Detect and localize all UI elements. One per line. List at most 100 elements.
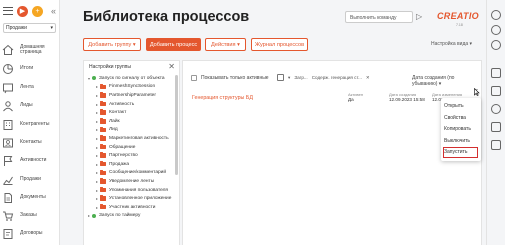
menu-icon[interactable] <box>3 7 13 15</box>
tree-item-label: Упоминания пользователя <box>109 187 169 193</box>
tree-item-label: Участник активности <box>109 204 156 210</box>
collapse-icon[interactable]: « <box>51 6 56 16</box>
nav-item-leads[interactable]: Лиды <box>2 97 58 115</box>
folder-icon <box>100 100 106 107</box>
workspace-value: Продажи <box>6 25 27 31</box>
nav-item-dashboards[interactable]: Итоги <box>2 60 58 78</box>
logo: CREATIO <box>437 11 479 21</box>
tree-item[interactable]: ▸ Партнерство <box>84 151 179 160</box>
nav-item-label: Заказы <box>20 212 37 219</box>
tree-item-label: Лид <box>109 127 118 133</box>
chevron-down-icon[interactable]: ▾ <box>288 75 290 81</box>
nav-item-contracts[interactable]: Договоры <box>2 225 58 243</box>
tree-item[interactable]: ▸ Уведомление ленты <box>84 177 179 186</box>
tree-item-label: Маркетинговая активность <box>109 135 169 141</box>
nav-item-activities[interactable]: Активности <box>2 152 58 170</box>
arrow-right-icon[interactable]: ▷ <box>416 12 422 21</box>
tree-item-label: Партнерство <box>109 153 138 159</box>
record-name-link[interactable]: Генерация структуры БД <box>192 95 253 101</box>
tree-root[interactable]: ▸ Запуск по таймеру <box>84 212 179 221</box>
chevron-down-icon: ▾ <box>50 25 53 31</box>
active-only-checkbox[interactable] <box>191 75 197 81</box>
filter-icon[interactable] <box>277 74 284 81</box>
tree-item[interactable]: ▸ FinmeshSyncSession <box>84 83 179 92</box>
tree-item[interactable]: ▸ Сообщение/комментарий <box>84 169 179 178</box>
group-tree: ▾ Запуск по сигналу от объекта ▸ FinmeshSy… <box>84 74 179 220</box>
tree-item-label: Уведомление ленты <box>109 178 155 184</box>
view-settings-label: Настройка вида <box>431 41 469 47</box>
menu-item-run[interactable]: Запустить <box>444 149 467 155</box>
bell-icon[interactable] <box>491 122 501 132</box>
close-icon[interactable]: ✕ <box>366 75 370 81</box>
folder-icon <box>100 109 106 115</box>
nav-item-feed[interactable]: Лента <box>2 79 58 97</box>
tree-item[interactable]: ▸ Маркетинговая активность <box>84 134 179 143</box>
sort-select[interactable]: Дата создания (по убыванию) ▾ <box>412 75 481 87</box>
tree-item-label: Активность <box>109 101 135 107</box>
tree-item[interactable]: ▸ Активность <box>84 100 179 109</box>
chevron-down-icon: ▾ <box>132 41 136 48</box>
tree-item[interactable]: ▸ Лид <box>84 126 179 135</box>
command-input[interactable]: Выполнить команду <box>345 11 413 23</box>
folder-icon <box>100 135 106 141</box>
add-group-button[interactable]: Добавить группу ▾ <box>83 38 141 51</box>
view-settings-button[interactable]: Настройка вида ▾ <box>431 41 472 47</box>
check-icon[interactable] <box>491 140 501 150</box>
context-menu: Открыть Свойства Копировать Выключить За… <box>441 98 481 161</box>
tree-item[interactable]: ▸ Продажа <box>84 160 179 169</box>
folder-icon <box>100 152 106 158</box>
help-icon[interactable] <box>491 40 501 50</box>
tree-item[interactable]: ▸ Контакт <box>84 108 179 117</box>
document-icon <box>4 193 12 203</box>
folder-icon <box>100 204 106 210</box>
pie-chart-icon <box>3 64 13 74</box>
left-sidebar: ▶ + « Продажи ▾ Домашняя страница Итоги … <box>0 0 60 245</box>
add-process-button[interactable]: Добавить процесс <box>146 38 201 51</box>
nav-item-contacts[interactable]: Контакты <box>2 134 58 152</box>
chat-icon[interactable] <box>491 68 501 78</box>
menu-item-disable[interactable]: Выключить <box>444 138 470 144</box>
filter-chip-2[interactable]: Содерж. генерация ст... <box>312 75 362 80</box>
tree-item[interactable]: ▸ Лайк <box>84 117 179 126</box>
actions-button[interactable]: Действия ▾ <box>205 38 246 51</box>
tree-item[interactable]: ▸ Упоминания пользователя <box>84 186 179 195</box>
folder-icon <box>100 118 106 124</box>
filter-chip-1[interactable]: Загр... <box>294 75 307 80</box>
tree-root-label: Запуск по сигналу от объекта <box>99 75 165 81</box>
mouse-cursor-icon <box>474 88 480 96</box>
record-created-value: 12.09.2023 15:58 <box>389 96 425 102</box>
home-icon <box>2 44 14 55</box>
nav-item-label: Документы <box>20 194 46 201</box>
process-log-button[interactable]: Журнал процессов <box>251 38 308 51</box>
tree-root-label: Запуск по таймеру <box>99 213 141 219</box>
folder-icon <box>100 178 106 184</box>
nav-item-home[interactable]: Домашняя страница <box>2 41 58 59</box>
scrollbar[interactable] <box>175 75 178 175</box>
nav-item-documents[interactable]: Документы <box>2 189 58 207</box>
nav-item-accounts[interactable]: Контрагенты <box>2 116 58 134</box>
add-icon[interactable]: + <box>32 5 43 17</box>
menu-item-copy[interactable]: Копировать <box>444 126 471 132</box>
menu-item-open[interactable]: Открыть <box>444 103 464 109</box>
tree-root[interactable]: ▾ Запуск по сигналу от объекта <box>84 74 179 83</box>
tree-item[interactable]: ▸ PartnershipParameter <box>84 91 179 100</box>
tree-item[interactable]: ▸ Участник активности <box>84 203 179 212</box>
nav-item-orders[interactable]: Заказы <box>2 207 58 225</box>
tree-item[interactable]: ▸ Установленное приложение <box>84 194 179 203</box>
building-icon <box>3 120 13 130</box>
nav-item-label: Лиды <box>20 102 33 109</box>
close-icon[interactable]: ✕ <box>168 62 175 71</box>
record-created-column: Дата создания 12.09.2023 15:58 <box>389 92 425 102</box>
nav-item-opportunities[interactable]: Продажи <box>2 171 58 189</box>
copy-icon[interactable] <box>491 86 501 96</box>
play-icon[interactable]: ▶ <box>17 5 28 17</box>
user-profile-icon[interactable] <box>491 10 501 20</box>
menu-item-properties[interactable]: Свойства <box>444 115 466 121</box>
call-icon[interactable] <box>491 104 501 114</box>
tree-item[interactable]: ▸ Обращение <box>84 143 179 152</box>
workspace-select[interactable]: Продажи ▾ <box>3 23 56 33</box>
gear-icon[interactable] <box>491 25 501 35</box>
feed-icon <box>3 83 13 94</box>
active-only-filter[interactable]: Показывать только активные <box>191 75 269 81</box>
nav-item-label: Лента <box>20 84 34 91</box>
